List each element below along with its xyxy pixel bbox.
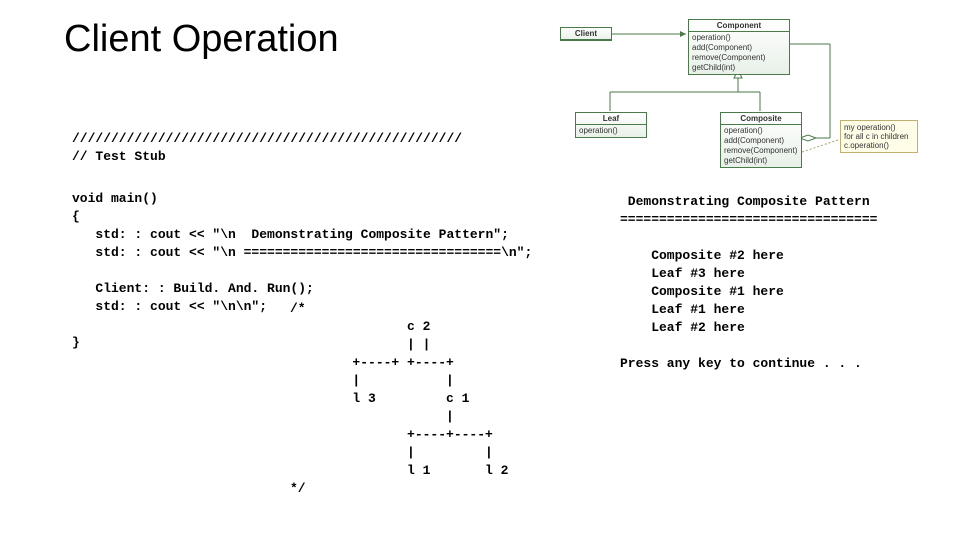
uml-leaf-name: Leaf — [576, 113, 646, 125]
uml-leaf: Leaf operation() — [575, 112, 647, 138]
uml-composite-methods: operation() add(Component) remove(Compon… — [721, 125, 801, 167]
uml-composite-name: Composite — [721, 113, 801, 125]
uml-client-name: Client — [561, 28, 611, 40]
uml-note: my operation() for all c in children c.o… — [840, 120, 918, 153]
uml-component-methods: operation() add(Component) remove(Compon… — [689, 32, 789, 74]
program-output: Demonstrating Composite Pattern ========… — [620, 193, 877, 373]
uml-component-name: Component — [689, 20, 789, 32]
uml-composite: Composite operation() add(Component) rem… — [720, 112, 802, 168]
uml-client: Client — [560, 27, 612, 41]
uml-component: Component operation() add(Component) rem… — [688, 19, 790, 75]
uml-leaf-methods: operation() — [576, 125, 646, 137]
slide: Client Operation ///////////////////////… — [0, 0, 960, 540]
code-tree: /* c 2 | | +----+ +----+ | | l 3 c 1 | +… — [290, 300, 508, 498]
uml-diagram: Client Component operation() add(Compone… — [540, 12, 940, 182]
code-stub: ////////////////////////////////////////… — [72, 130, 462, 166]
page-title: Client Operation — [64, 18, 339, 61]
